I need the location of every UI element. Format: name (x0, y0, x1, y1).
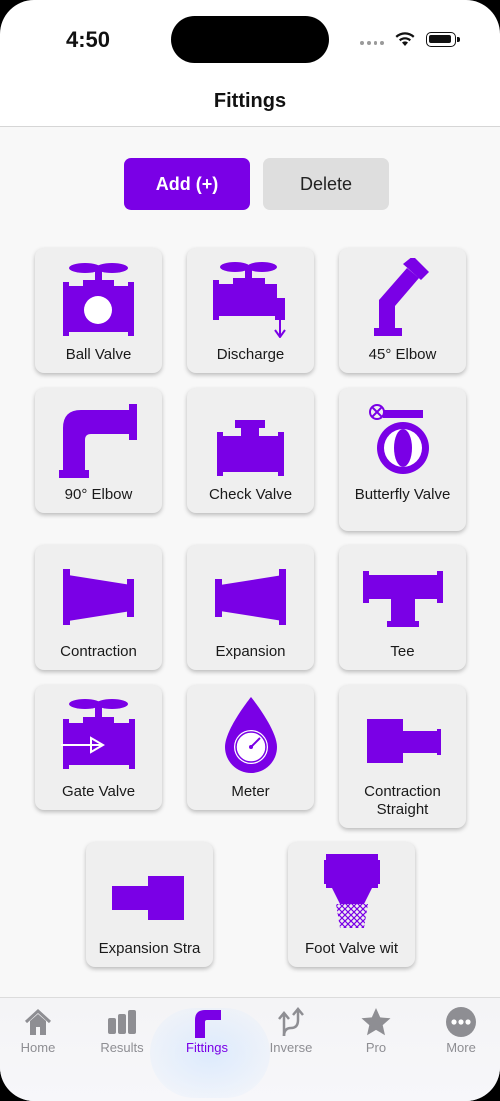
fitting-card-butterfly-valve[interactable]: Butterfly Valve (339, 388, 466, 531)
meter-icon (225, 697, 277, 773)
tab-inverse[interactable]: Inverse (251, 1006, 331, 1066)
tab-label: Inverse (269, 1040, 313, 1055)
wifi-icon (395, 32, 415, 46)
elbow-45-icon (374, 258, 429, 336)
fitting-card-expansion-straight[interactable]: Expansion Stra (86, 842, 213, 967)
fitting-card-contraction[interactable]: Contraction (35, 545, 162, 670)
results-icon (108, 1010, 136, 1034)
fitting-label: Contraction (60, 643, 137, 660)
fitting-label: Contraction Straight (364, 783, 441, 818)
fitting-card-contraction-straight[interactable]: Contraction Straight (339, 685, 466, 828)
tab-results[interactable]: Results (82, 1006, 162, 1066)
fitting-card-90-elbow[interactable]: 90° Elbow (35, 388, 162, 513)
fitting-card-foot-valve[interactable]: Foot Valve wit (288, 842, 415, 967)
fittings-icon (195, 1010, 221, 1038)
gate-valve-icon (61, 699, 135, 769)
fitting-label: 45° Elbow (368, 346, 437, 363)
check-valve-icon (217, 420, 284, 476)
fittings-content: Add (+) Delete Ball Valve Discharge 45° … (0, 127, 500, 997)
tab-more[interactable]: More (421, 1006, 500, 1066)
status-bar: 4:50 (0, 0, 500, 80)
fitting-label: Foot Valve wit (304, 940, 399, 957)
signal-icon (360, 41, 384, 47)
fitting-card-discharge[interactable]: Discharge (187, 248, 314, 373)
foot-valve-icon (324, 854, 380, 928)
fitting-label: 90° Elbow (64, 486, 133, 503)
fitting-card-45-elbow[interactable]: 45° Elbow (339, 248, 466, 373)
fitting-label: Gate Valve (61, 783, 136, 800)
battery-icon (426, 32, 460, 47)
tab-pro[interactable]: Pro (336, 1006, 416, 1066)
elbow-90-icon (59, 404, 137, 478)
page-title: Fittings (213, 90, 287, 112)
fitting-card-meter[interactable]: Meter (187, 685, 314, 810)
fitting-card-gate-valve[interactable]: Gate Valve (35, 685, 162, 810)
expansion-straight-icon (112, 876, 184, 920)
fitting-label: Discharge (216, 346, 285, 363)
tab-label: Home (20, 1040, 56, 1055)
fitting-card-tee[interactable]: Tee (339, 545, 466, 670)
butterfly-valve-icon (369, 404, 429, 474)
fitting-card-ball-valve[interactable]: Ball Valve (35, 248, 162, 373)
app-screen: 4:50 Fittings Add (+) Delete Ball Valve … (0, 0, 500, 1101)
fitting-card-expansion[interactable]: Expansion (187, 545, 314, 670)
tab-label: More (446, 1040, 476, 1055)
delete-button[interactable]: Delete (263, 158, 389, 210)
expansion-icon (215, 569, 286, 625)
fitting-label: Expansion Stra (98, 940, 201, 957)
add-button[interactable]: Add (+) (124, 158, 250, 210)
tab-label: Pro (365, 1040, 387, 1055)
contraction-straight-icon (367, 719, 441, 763)
fitting-card-check-valve[interactable]: Check Valve (187, 388, 314, 513)
fitting-label: Expansion (215, 643, 286, 660)
star-icon (361, 1008, 391, 1036)
tab-fittings[interactable]: Fittings (167, 1006, 247, 1066)
status-time: 4:50 (66, 27, 111, 52)
tab-bar: Home Results Fittings Inverse Pro More (0, 997, 500, 1101)
fitting-label: Tee (390, 643, 415, 660)
tee-icon (363, 571, 443, 627)
fitting-label: Ball Valve (65, 346, 132, 363)
ball-valve-icon (63, 263, 134, 336)
more-icon (446, 1007, 476, 1037)
contraction-icon (63, 569, 134, 625)
inverse-icon (278, 1007, 304, 1037)
tab-label: Results (100, 1040, 144, 1055)
fitting-label: Check Valve (208, 486, 293, 503)
tab-label: Fittings (186, 1040, 228, 1055)
tab-home[interactable]: Home (0, 1006, 78, 1066)
dynamic-island (171, 16, 329, 63)
home-icon (24, 1008, 52, 1035)
discharge-icon (213, 262, 286, 338)
fitting-label: Meter (231, 783, 270, 800)
fitting-label: Butterfly Valve (354, 486, 451, 503)
navigation-bar: Fittings (0, 80, 500, 127)
